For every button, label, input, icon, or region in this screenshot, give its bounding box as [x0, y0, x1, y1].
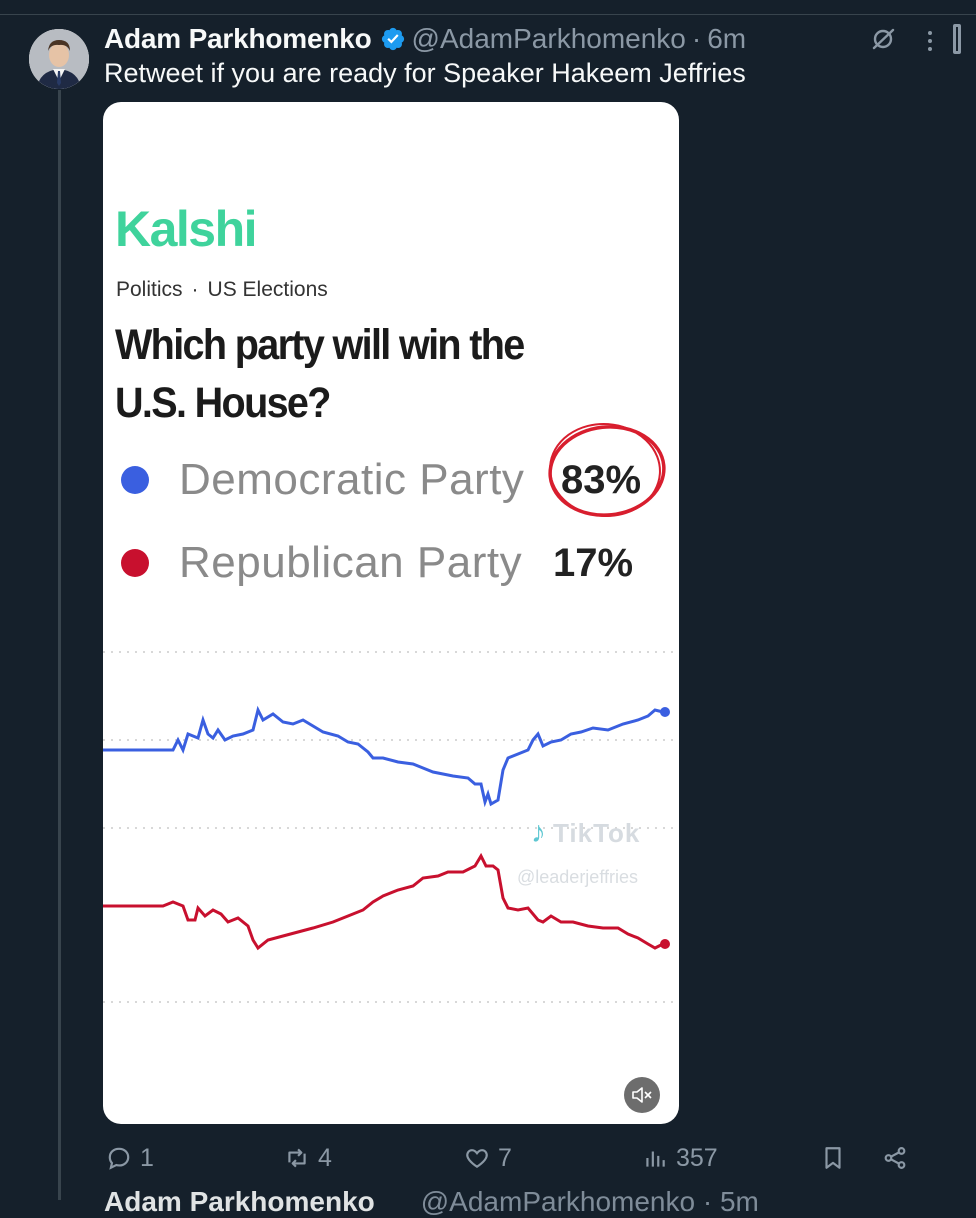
tweet-timestamp[interactable]: 6m — [707, 23, 746, 55]
side-menu-handle[interactable] — [953, 24, 961, 54]
tiktok-icon: ♪ — [531, 816, 547, 849]
speaker-muted-icon — [632, 1087, 652, 1103]
more-options-icon[interactable] — [920, 28, 940, 54]
outcome-percent: 17% — [553, 540, 634, 585]
tweet-text: Retweet if you are ready for Speaker Hak… — [104, 58, 746, 88]
outcome-label: Republican Party — [179, 538, 523, 587]
democratic-dot-icon — [121, 466, 149, 494]
next-author-handle[interactable]: @AdamParkhomenko · 5m — [421, 1186, 759, 1217]
author-name[interactable]: Adam Parkhomenko — [104, 23, 372, 55]
views-chart-icon — [646, 1151, 665, 1167]
avatar-image — [29, 29, 89, 89]
market-question: Which party will win the U.S. House? — [115, 321, 525, 427]
watermark-brand: TikTok — [553, 818, 641, 848]
kalshi-logo: Kalshi — [115, 201, 258, 257]
like-count: 7 — [498, 1143, 512, 1172]
reply-count: 1 — [140, 1143, 154, 1172]
breadcrumb-subcategory: US Elections — [207, 278, 328, 301]
reply-button[interactable]: 1 — [106, 1140, 154, 1176]
author-handle[interactable]: @AdamParkhomenko — [412, 23, 686, 55]
retweet-count: 4 — [318, 1143, 332, 1172]
share-button[interactable] — [882, 1140, 916, 1176]
header-separator: · — [691, 23, 702, 54]
republican-dot-icon — [121, 549, 149, 577]
tiktok-watermark: ♪ TikTok — [531, 816, 640, 850]
outcome-democratic: Democratic Party 83% — [121, 452, 641, 508]
avatar[interactable] — [29, 29, 89, 89]
retweet-icon — [288, 1148, 306, 1168]
breadcrumb-category: Politics — [116, 278, 183, 301]
tweet-actions: 1 4 7 357 — [104, 1140, 924, 1176]
watermark-handle: @leaderjeffries — [517, 867, 638, 887]
outcome-label: Democratic Party — [179, 455, 525, 504]
reply-icon — [108, 1147, 130, 1170]
democratic-end-point — [660, 707, 670, 717]
bookmark-icon — [825, 1147, 841, 1169]
like-button[interactable]: 7 — [464, 1140, 512, 1176]
heart-icon — [466, 1149, 488, 1168]
tweet-header: Adam Parkhomenko @AdamParkhomenko · 6m — [104, 22, 746, 56]
next-author-name[interactable]: Adam Parkhomenko — [104, 1186, 375, 1217]
share-icon — [884, 1147, 906, 1169]
thread-connector-line — [58, 90, 61, 1200]
bookmark-button[interactable] — [820, 1140, 854, 1176]
grok-icon[interactable] — [870, 26, 896, 52]
views-button[interactable]: 357 — [642, 1140, 718, 1176]
retweet-button[interactable]: 4 — [284, 1140, 332, 1176]
view-count: 357 — [676, 1143, 718, 1172]
next-tweet-header[interactable]: Adam Parkhomenko @AdamParkhomenko · 5m — [104, 1186, 759, 1218]
tweet-media-video[interactable]: Kalshi Politics · US Elections Which party… — [103, 102, 679, 1124]
outcome-republican: Republican Party 17% — [121, 535, 633, 591]
democratic-series-line — [103, 705, 664, 808]
verified-badge-icon — [380, 26, 406, 52]
breadcrumb-separator: · — [191, 278, 199, 301]
top-divider — [0, 14, 976, 15]
mute-button[interactable] — [624, 1077, 660, 1113]
breadcrumb: Politics · US Elections — [116, 278, 328, 302]
highlight-circle-icon — [548, 422, 666, 518]
republican-end-point — [660, 939, 670, 949]
